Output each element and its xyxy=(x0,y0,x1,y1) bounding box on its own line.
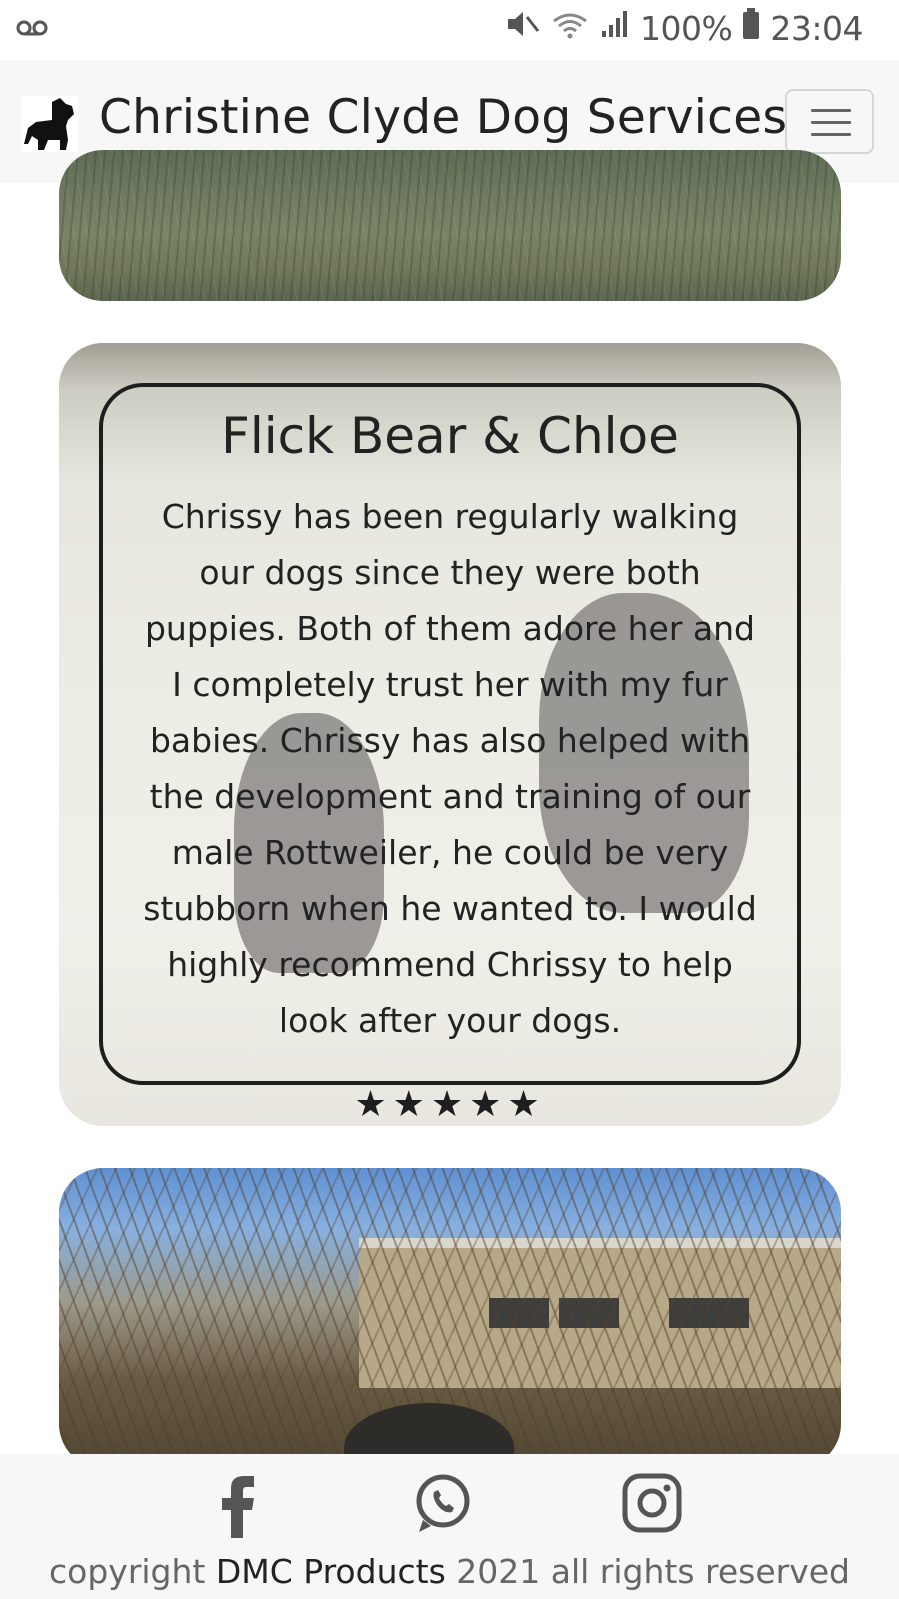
voicemail-icon xyxy=(16,16,48,45)
review-title: Flick Bear & Chloe xyxy=(221,407,679,465)
review-box: Flick Bear & Chloe Chrissy has been regu… xyxy=(99,383,801,1085)
dog-logo-icon[interactable] xyxy=(22,96,78,152)
copyright-suffix: 2021 all rights reserved xyxy=(445,1552,850,1591)
battery-percent: 100% xyxy=(640,9,733,48)
wifi-icon xyxy=(550,9,590,48)
company-link[interactable]: DMC Products xyxy=(216,1552,446,1591)
hamburger-line xyxy=(811,121,851,124)
clock: 23:04 xyxy=(770,9,863,48)
review-card: Flick Bear & Chloe Chrissy has been regu… xyxy=(59,343,841,1126)
copyright-text: copyright DMC Products 2021 all rights r… xyxy=(0,1552,899,1591)
signal-icon xyxy=(600,9,630,48)
gallery-card-photo-bottom xyxy=(59,1168,841,1468)
review-text: Chrissy has been regularly walking our d… xyxy=(143,497,757,1040)
brand-title[interactable]: Christine Clyde Dog Services xyxy=(99,90,787,145)
grass-photo xyxy=(59,150,841,301)
menu-toggle-button[interactable] xyxy=(785,89,874,154)
status-indicators: 100% 23:04 xyxy=(506,8,863,49)
hamburger-icon xyxy=(811,109,851,112)
star-rating: ★★★★★ xyxy=(354,1083,546,1124)
battery-icon xyxy=(742,8,760,49)
facebook-icon[interactable] xyxy=(204,1468,274,1538)
status-bar: 100% 23:04 xyxy=(0,0,899,60)
footer: copyright DMC Products 2021 all rights r… xyxy=(0,1454,899,1599)
mute-icon xyxy=(506,9,540,48)
hamburger-line xyxy=(811,133,851,136)
whatsapp-icon[interactable] xyxy=(407,1468,477,1538)
copyright-prefix: copyright xyxy=(49,1552,216,1591)
gallery-card-photo-top xyxy=(59,150,841,301)
instagram-icon[interactable] xyxy=(617,1468,687,1538)
